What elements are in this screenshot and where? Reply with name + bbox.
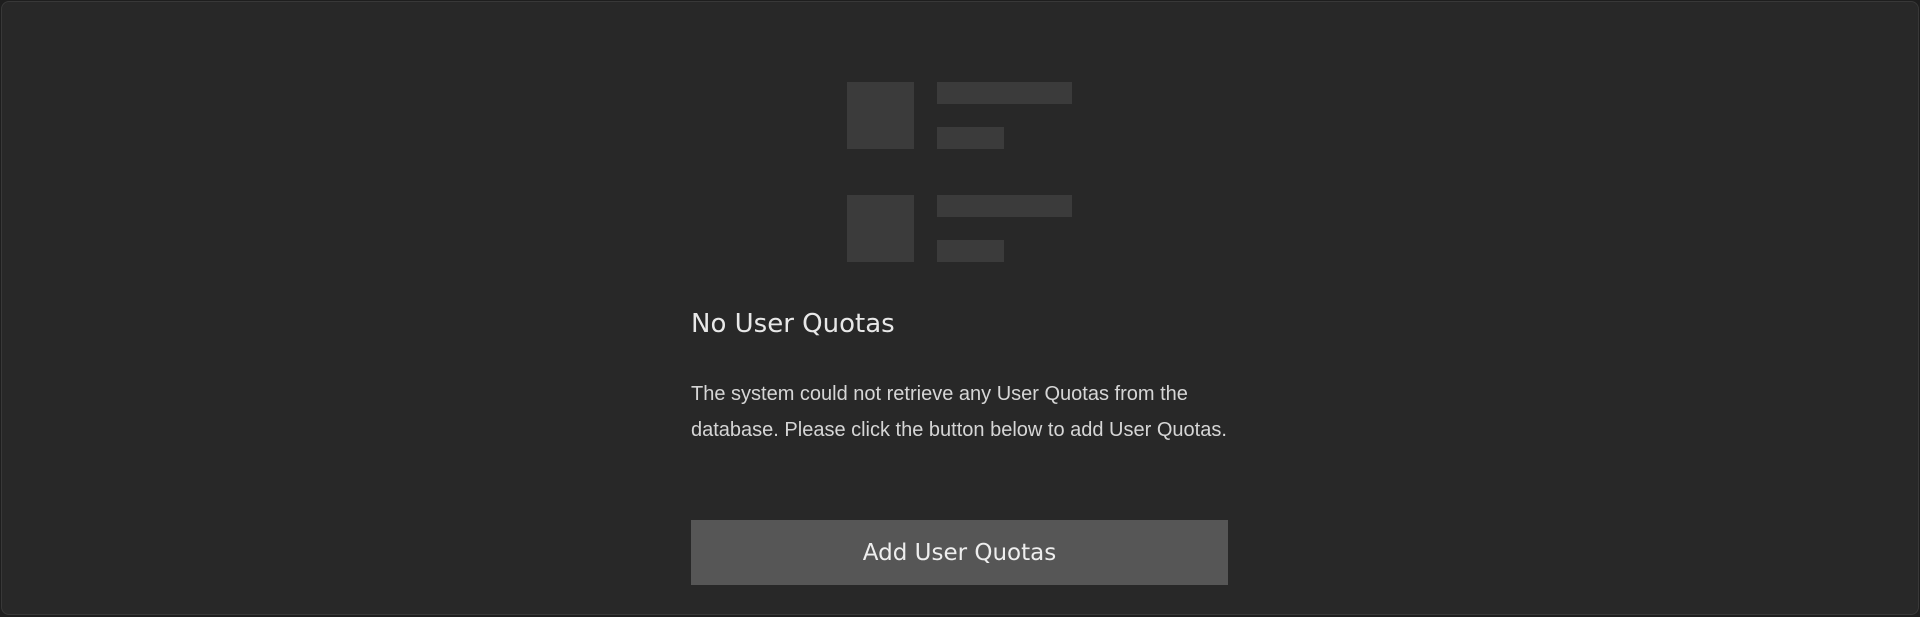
placeholder-thumbnail (847, 82, 914, 149)
empty-state-panel: No User Quotas The system could not retr… (1, 1, 1919, 615)
empty-state-description: The system could not retrieve any User Q… (691, 383, 1227, 441)
list-placeholder-icon (847, 82, 1072, 264)
add-user-quotas-button[interactable]: Add User Quotas (691, 520, 1228, 585)
placeholder-line (937, 240, 1004, 262)
empty-state-title: No User Quotas (691, 309, 895, 339)
placeholder-thumbnail (847, 195, 914, 262)
placeholder-line (937, 82, 1072, 104)
placeholder-line (937, 195, 1072, 217)
placeholder-line (937, 127, 1004, 149)
